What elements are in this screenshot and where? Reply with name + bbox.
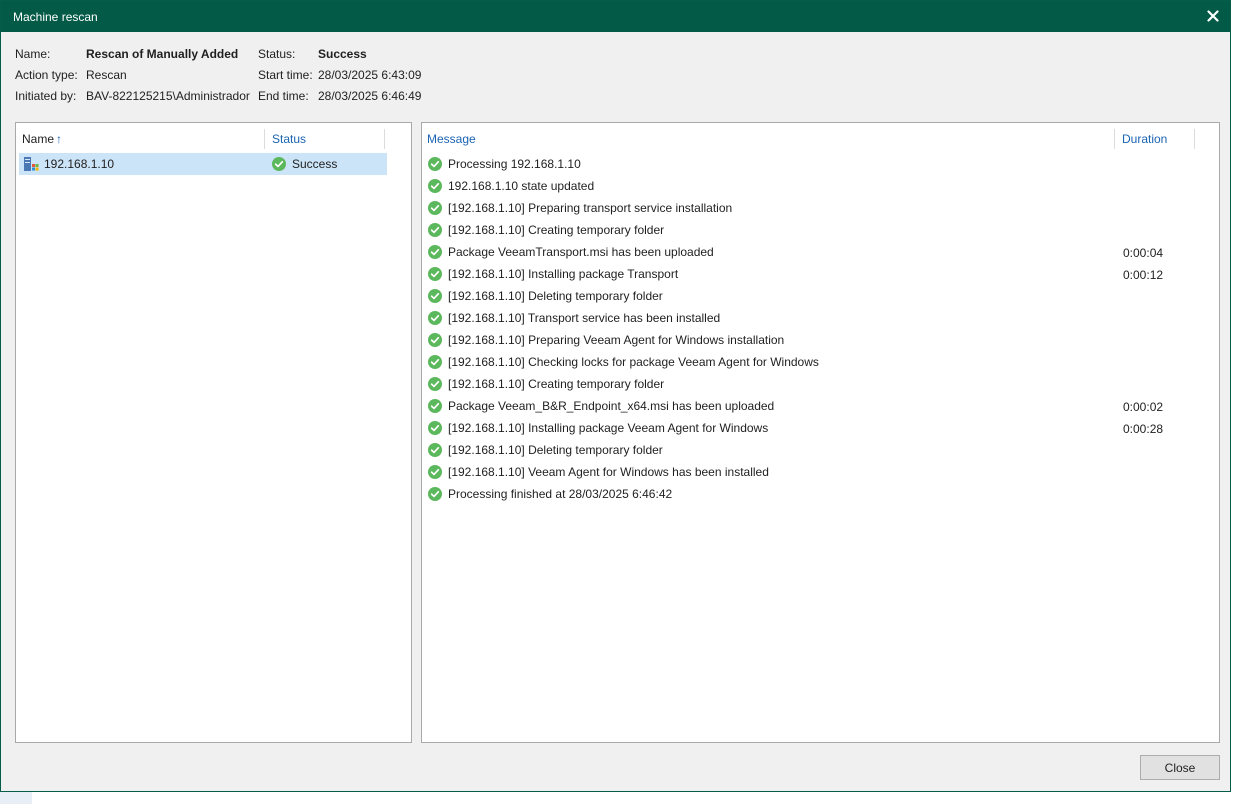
log-message: [192.168.1.10] Transport service has bee… [448, 311, 721, 325]
success-check-icon [428, 443, 442, 457]
table-row[interactable]: [192.168.1.10] Installing package Transp… [426, 263, 1206, 285]
status-value: Success [318, 47, 367, 61]
success-check-icon [428, 487, 442, 501]
action-type-label: Action type: [15, 68, 78, 82]
start-time-value: 28/03/2025 6:43:09 [318, 68, 422, 82]
close-button[interactable]: Close [1140, 755, 1220, 780]
success-check-icon [428, 179, 442, 193]
success-check-icon [428, 355, 442, 369]
end-time-value: 28/03/2025 6:46:49 [318, 89, 422, 103]
initiated-by-value: BAV-822125215\Administrador [86, 89, 250, 103]
column-header-message[interactable]: Message [427, 132, 476, 146]
success-check-icon [428, 311, 442, 325]
log-message: Processing finished at 28/03/2025 6:46:4… [448, 487, 673, 501]
table-row[interactable]: [192.168.1.10] Checking locks for packag… [426, 351, 1206, 373]
log-message: [192.168.1.10] Installing package Transp… [448, 267, 679, 281]
initiated-by-label: Initiated by: [15, 89, 77, 103]
log-message: [192.168.1.10] Preparing transport servi… [448, 201, 733, 215]
start-time-label: Start time: [258, 68, 313, 82]
log-message: Processing 192.168.1.10 [448, 157, 581, 171]
success-check-icon [428, 157, 442, 171]
log-duration: 0:00:28 [1123, 422, 1164, 436]
name-value: Rescan of Manually Added [86, 47, 239, 61]
column-separator [1194, 129, 1195, 149]
end-time-label: End time: [258, 89, 309, 103]
machine-name: 192.168.1.10 [44, 157, 115, 171]
table-row[interactable]: [192.168.1.10] Deleting temporary folder [426, 285, 1206, 307]
table-row[interactable]: [192.168.1.10] Creating temporary folder [426, 219, 1206, 241]
windows-server-icon [23, 156, 39, 175]
log-message: [192.168.1.10] Checking locks for packag… [448, 355, 819, 369]
success-check-icon [428, 377, 442, 391]
table-row[interactable]: Package VeeamTransport.msi has been uplo… [426, 241, 1206, 263]
status-label: Status: [258, 47, 296, 61]
table-row[interactable]: Processing finished at 28/03/2025 6:46:4… [426, 483, 1206, 505]
table-row-selected[interactable]: 192.168.1.10 Success [19, 153, 387, 175]
table-row[interactable]: [192.168.1.10] Preparing transport servi… [426, 197, 1206, 219]
log-message: [192.168.1.10] Installing package Veeam … [448, 421, 769, 435]
success-check-icon [428, 421, 442, 435]
success-check-icon [428, 399, 442, 413]
success-check-icon [428, 465, 442, 479]
log-message: [192.168.1.10] Creating temporary folder [448, 377, 665, 391]
sort-ascending-icon: ↑ [56, 132, 63, 146]
title-bar: Machine rescan [1, 1, 1230, 32]
column-separator [384, 129, 385, 149]
table-row[interactable]: [192.168.1.10] Transport service has bee… [426, 307, 1206, 329]
log-duration: 0:00:04 [1123, 246, 1164, 260]
log-message: [192.168.1.10] Veeam Agent for Windows h… [448, 465, 769, 479]
success-check-icon [428, 245, 442, 259]
success-check-icon [428, 289, 442, 303]
close-icon[interactable] [1202, 5, 1224, 27]
machines-list[interactable]: Name ↑ Status 192.168.1.10 Success [15, 122, 412, 743]
log-message: [192.168.1.10] Preparing Veeam Agent for… [448, 333, 785, 347]
success-check-icon [428, 201, 442, 215]
log-message: [192.168.1.10] Creating temporary folder [448, 223, 665, 237]
log-message: 192.168.1.10 state updated [448, 179, 595, 193]
name-label: Name: [15, 47, 51, 61]
window-title: Machine rescan [13, 10, 98, 24]
success-check-icon [272, 157, 286, 174]
table-row[interactable]: 192.168.1.10 state updated [426, 175, 1206, 197]
action-type-value: Rescan [86, 68, 127, 82]
log-messages-list[interactable]: Message Duration Processing 192.168.1.10… [421, 122, 1220, 743]
table-row[interactable]: [192.168.1.10] Veeam Agent for Windows h… [426, 461, 1206, 483]
machine-rescan-dialog: Machine rescan Name: Rescan of Manually … [0, 0, 1231, 792]
table-row[interactable]: Package Veeam_B&R_Endpoint_x64.msi has b… [426, 395, 1206, 417]
machine-status: Success [292, 157, 338, 171]
log-message: [192.168.1.10] Deleting temporary folder [448, 289, 663, 303]
success-check-icon [428, 223, 442, 237]
column-header-name[interactable]: Name ↑ [22, 132, 62, 146]
table-row[interactable]: Processing 192.168.1.10 [426, 153, 1206, 175]
column-separator [1114, 129, 1115, 149]
log-message: Package Veeam_B&R_Endpoint_x64.msi has b… [448, 399, 775, 413]
column-header-status[interactable]: Status [272, 132, 306, 146]
table-row[interactable]: [192.168.1.10] Installing package Veeam … [426, 417, 1206, 439]
column-header-duration[interactable]: Duration [1122, 132, 1167, 146]
log-message: Package VeeamTransport.msi has been uplo… [448, 245, 714, 259]
table-row[interactable]: [192.168.1.10] Preparing Veeam Agent for… [426, 329, 1206, 351]
table-row[interactable]: [192.168.1.10] Deleting temporary folder [426, 439, 1206, 461]
log-duration: 0:00:12 [1123, 268, 1164, 282]
column-separator [264, 129, 265, 149]
success-check-icon [428, 267, 442, 281]
column-name-label: Name [22, 132, 55, 146]
table-row[interactable]: [192.168.1.10] Creating temporary folder [426, 373, 1206, 395]
log-message: [192.168.1.10] Deleting temporary folder [448, 443, 663, 457]
success-check-icon [428, 333, 442, 347]
log-duration: 0:00:02 [1123, 400, 1164, 414]
